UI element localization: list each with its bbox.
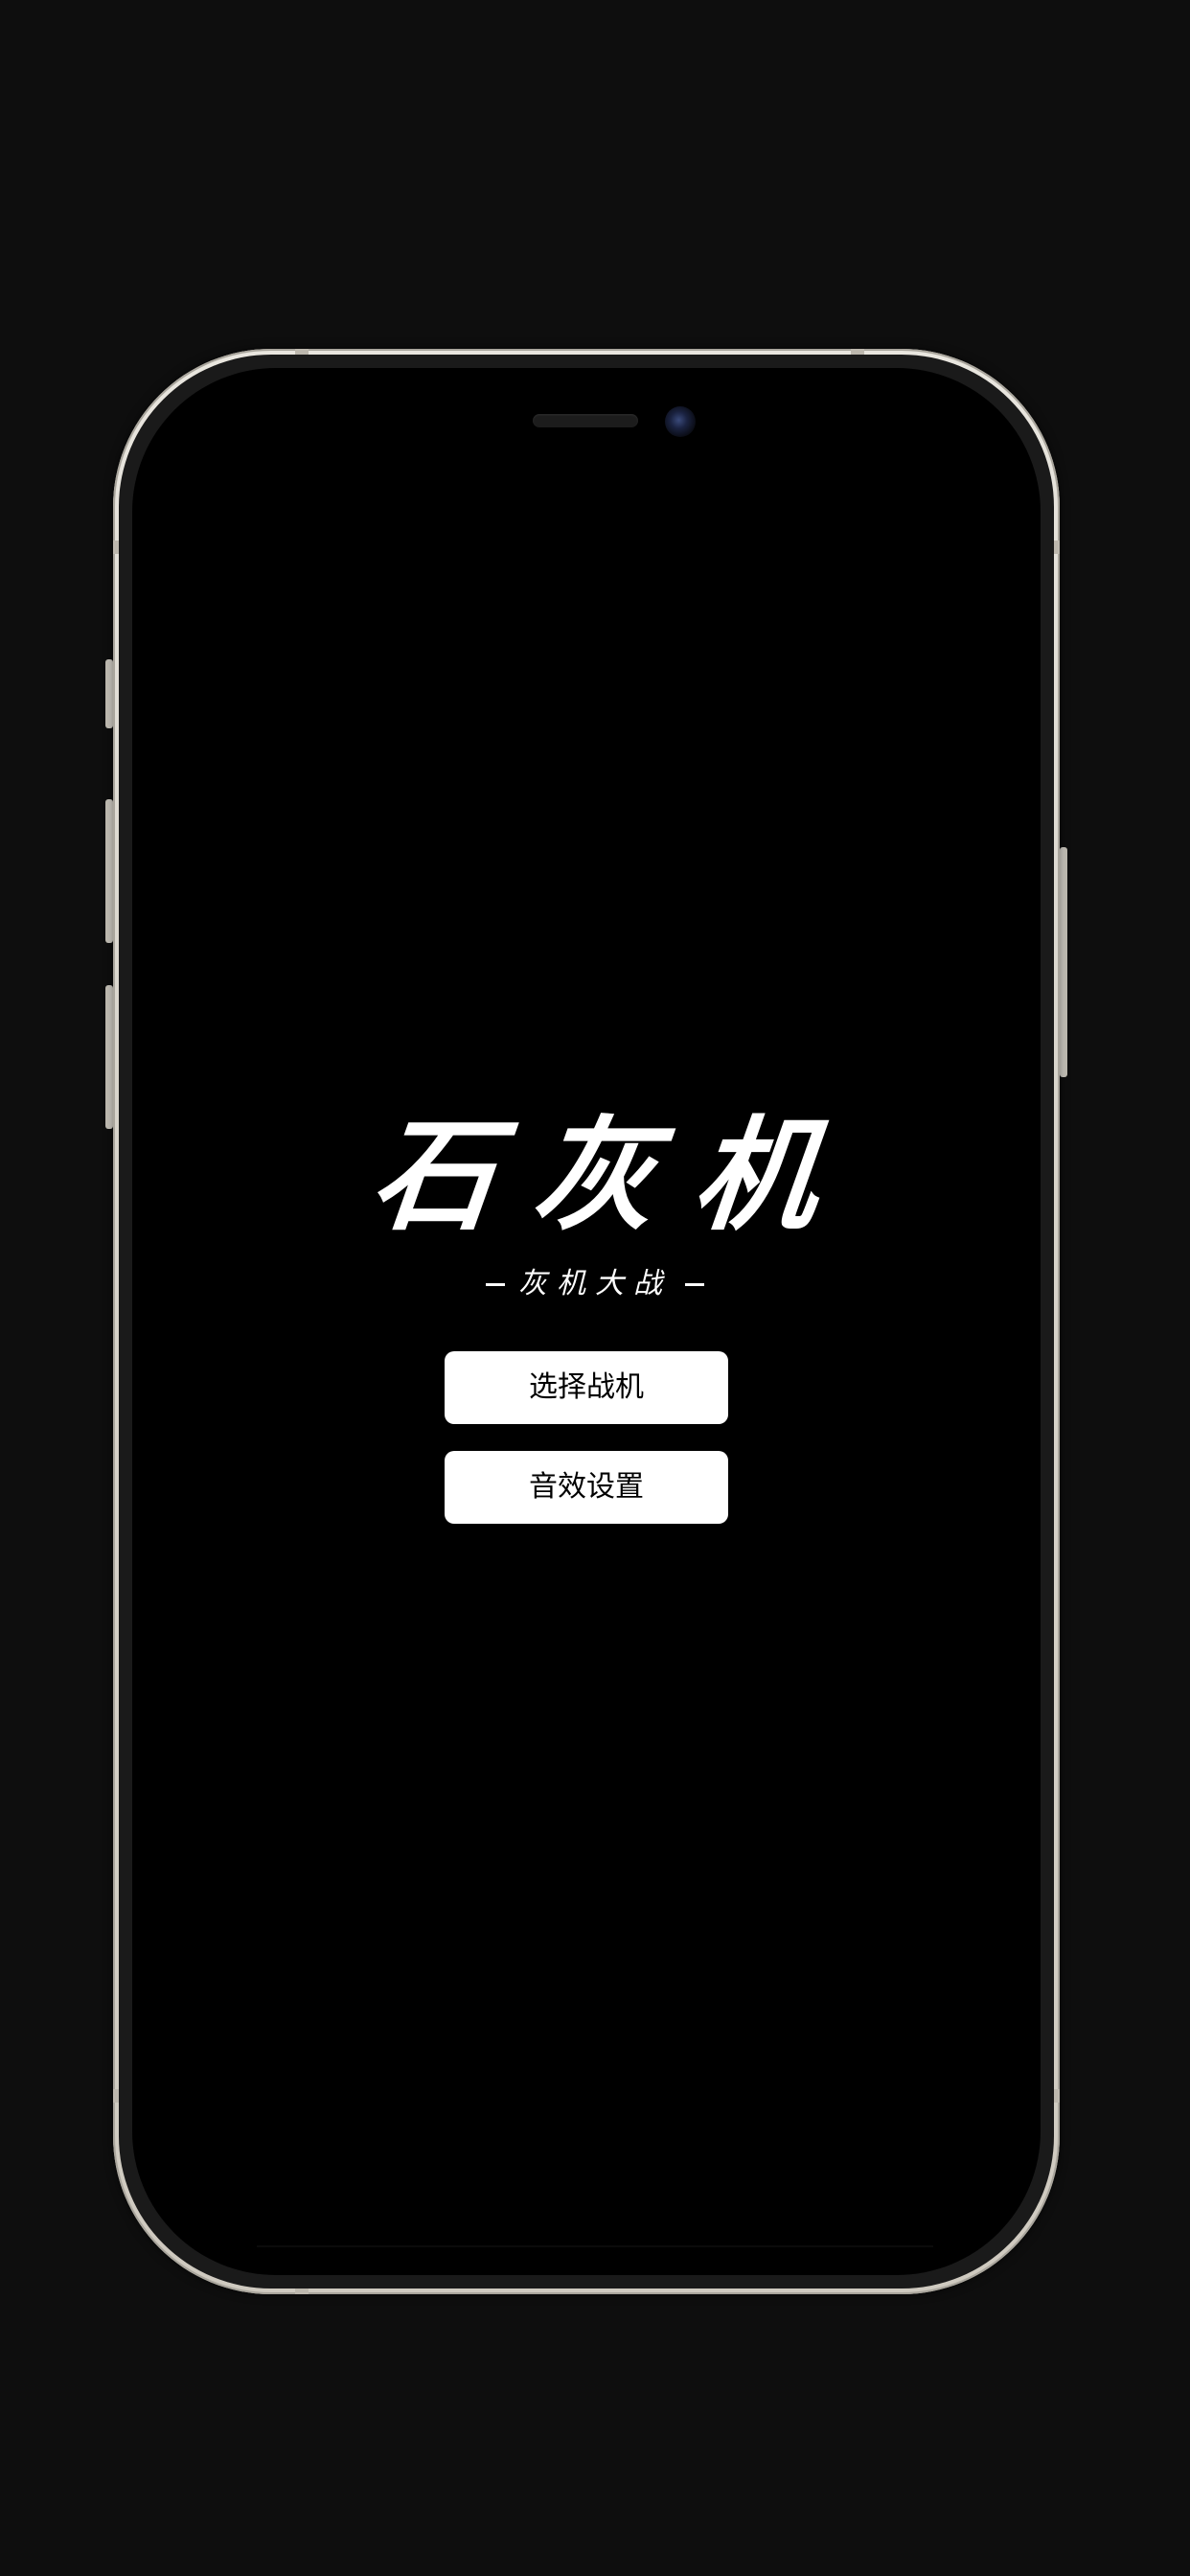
select-plane-button[interactable]: 选择战机 bbox=[445, 1351, 728, 1424]
game-title: 石灰机 bbox=[365, 1105, 863, 1248]
game-menu: 石灰机 灰机大战 选择战机 音效设置 bbox=[0, 0, 1190, 2576]
subtitle-text: 灰机大战 bbox=[518, 1267, 672, 1300]
sound-settings-button[interactable]: 音效设置 bbox=[445, 1451, 728, 1524]
home-indicator[interactable] bbox=[257, 2245, 933, 2247]
dash-decoration bbox=[486, 1283, 505, 1286]
dash-decoration bbox=[685, 1283, 704, 1286]
game-subtitle: 灰机大战 bbox=[0, 1263, 1190, 1305]
